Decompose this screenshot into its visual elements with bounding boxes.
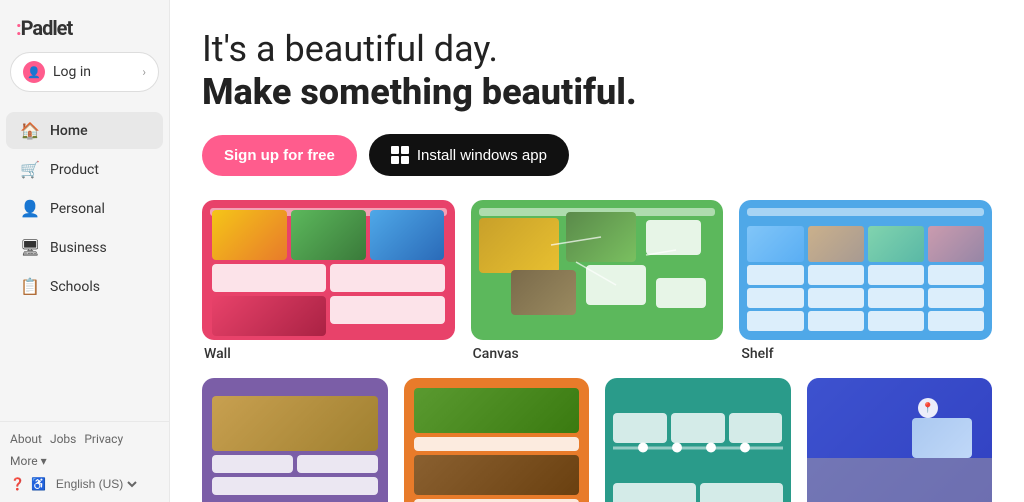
main-content: It's a beautiful day. Make something bea… — [170, 0, 1024, 502]
timeline-thumb — [605, 378, 791, 502]
install-button[interactable]: Install windows app — [369, 134, 569, 176]
schools-icon: 📋 — [20, 277, 40, 296]
footer-actions: ❓ ♿ English (US) — [10, 476, 159, 492]
login-avatar: 👤 — [23, 61, 45, 83]
business-icon: 🖥 — [20, 238, 40, 257]
map-thumb: 📍 — [807, 378, 993, 502]
gallery-item-shelf[interactable]: Shelf — [739, 200, 992, 362]
canvas-lines — [471, 200, 724, 340]
gallery-row-2: 📍 — [202, 378, 992, 502]
windows-icon — [391, 146, 409, 164]
gallery-item-map[interactable]: 📍 — [807, 378, 993, 502]
sidebar-item-home-label: Home — [50, 123, 88, 139]
gallery-item-canvas[interactable]: Canvas — [471, 200, 724, 362]
app-logo: :Padlet — [0, 0, 169, 52]
login-chevron-icon: › — [142, 65, 146, 79]
sidebar: :Padlet 👤 Log in › 🏠 Home 🛒 Product 👤 Pe… — [0, 0, 170, 502]
sidebar-item-schools[interactable]: 📋 Schools — [6, 268, 163, 305]
signup-button[interactable]: Sign up for free — [202, 135, 357, 176]
sidebar-item-product[interactable]: 🛒 Product — [6, 151, 163, 188]
personal-icon: 👤 — [20, 199, 40, 218]
sidebar-nav: 🏠 Home 🛒 Product 👤 Personal 🖥 Business 📋… — [0, 108, 169, 421]
login-button[interactable]: 👤 Log in › — [10, 52, 159, 92]
canvas-content — [471, 200, 724, 340]
sidebar-item-schools-label: Schools — [50, 279, 100, 295]
install-button-label: Install windows app — [417, 147, 547, 164]
sidebar-item-business-label: Business — [50, 240, 107, 256]
accessibility-icon[interactable]: ♿ — [31, 477, 46, 491]
sidebar-item-personal-label: Personal — [50, 201, 105, 217]
canvas-label: Canvas — [471, 346, 724, 362]
shelf-label: Shelf — [739, 346, 992, 362]
product-icon: 🛒 — [20, 160, 40, 179]
gallery-item-stream[interactable] — [404, 378, 590, 502]
cta-buttons: Sign up for free Install windows app — [202, 134, 992, 176]
canvas-thumb — [471, 200, 724, 340]
sidebar-bottom: About Jobs Privacy More ▾ ❓ ♿ English (U… — [0, 421, 169, 502]
wall-thumb — [202, 200, 455, 340]
home-icon: 🏠 — [20, 121, 40, 140]
jobs-link[interactable]: Jobs — [50, 432, 76, 446]
sidebar-item-personal[interactable]: 👤 Personal — [6, 190, 163, 227]
help-icon[interactable]: ❓ — [10, 477, 25, 491]
privacy-link[interactable]: Privacy — [84, 432, 123, 446]
grid-thumb — [202, 378, 388, 502]
more-link[interactable]: More ▾ — [10, 454, 47, 468]
sidebar-item-home[interactable]: 🏠 Home — [6, 112, 163, 149]
gallery-item-timeline[interactable] — [605, 378, 791, 502]
footer-links: About Jobs Privacy More ▾ — [10, 432, 159, 468]
hero-line1: It's a beautiful day. — [202, 28, 992, 71]
shelf-thumb — [739, 200, 992, 340]
gallery-row-1: Wall — [202, 200, 992, 362]
hero-section: It's a beautiful day. Make something bea… — [202, 28, 992, 114]
hero-line2: Make something beautiful. — [202, 71, 992, 114]
gallery-item-grid[interactable] — [202, 378, 388, 502]
gallery-item-wall[interactable]: Wall — [202, 200, 455, 362]
wall-label: Wall — [202, 346, 455, 362]
stream-thumb — [404, 378, 590, 502]
login-label: Log in — [53, 64, 91, 80]
sidebar-item-product-label: Product — [50, 162, 99, 178]
about-link[interactable]: About — [10, 432, 42, 446]
sidebar-item-business[interactable]: 🖥 Business — [6, 229, 163, 266]
language-select[interactable]: English (US) — [52, 476, 140, 492]
